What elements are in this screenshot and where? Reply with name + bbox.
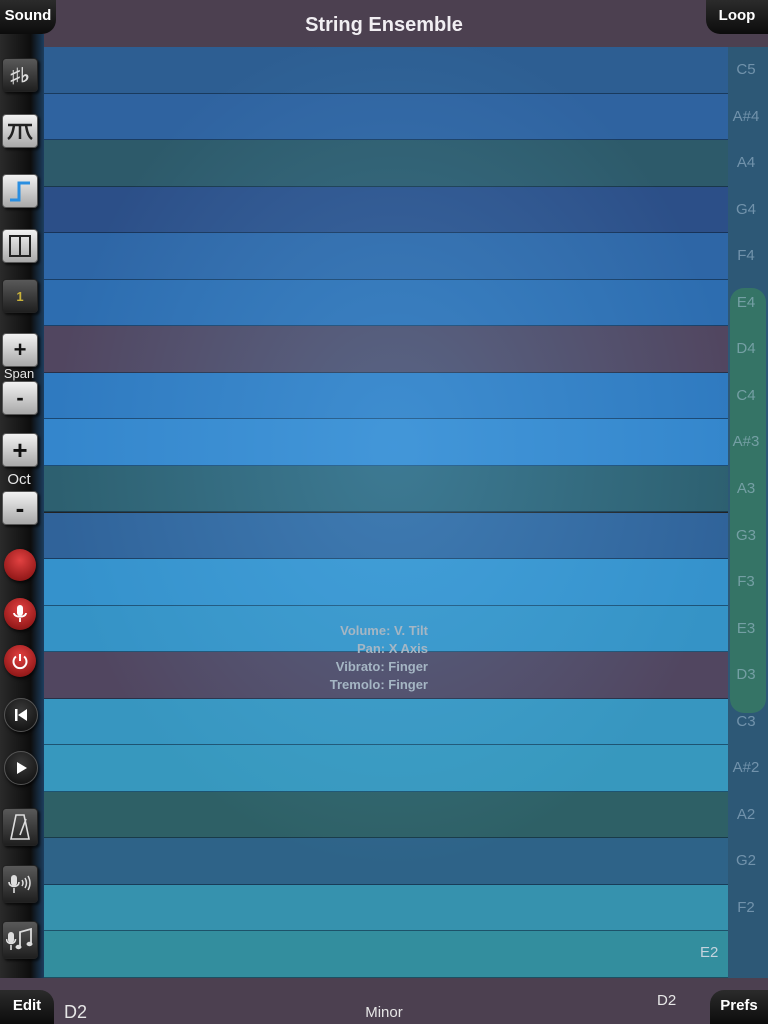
rewind-button[interactable] <box>4 698 38 732</box>
scale-label[interactable]: Minor <box>0 1004 768 1021</box>
play-icon <box>17 762 27 774</box>
note-label: F4 <box>737 247 755 265</box>
channel-button[interactable]: 1 <box>2 279 38 313</box>
note-row[interactable] <box>44 233 728 280</box>
lowest-note-label: E2 <box>700 944 719 961</box>
note-row[interactable] <box>44 186 728 234</box>
note-label: A4 <box>736 154 756 172</box>
note-label: D4 <box>736 340 756 358</box>
note-label: G4 <box>735 200 756 218</box>
microphone-icon <box>13 605 27 622</box>
note-row[interactable] <box>44 93 728 141</box>
note-label: A3 <box>736 479 756 497</box>
note-row[interactable] <box>44 47 728 94</box>
left-toolbar: ♯♭ 1 + Span - + Oct - <box>0 34 44 990</box>
record-button[interactable] <box>4 549 36 581</box>
note-row[interactable] <box>44 931 728 978</box>
span-label: Span <box>3 366 35 381</box>
vibrato-mapping: Vibrato: Finger <box>335 659 428 674</box>
octave-plus-button[interactable]: + <box>2 433 38 467</box>
note-label: C3 <box>736 712 756 730</box>
note-label: E3 <box>736 619 756 637</box>
split-view-icon <box>9 235 31 257</box>
audio-pitch-button[interactable] <box>2 921 38 959</box>
power-icon <box>12 654 28 670</box>
note-label: F3 <box>737 573 755 591</box>
note-grid[interactable] <box>44 47 728 978</box>
power-button[interactable] <box>4 645 36 677</box>
span-plus-button[interactable]: + <box>2 333 38 367</box>
note-label: G2 <box>735 852 756 870</box>
note-row[interactable] <box>44 372 728 420</box>
note-row[interactable] <box>44 745 728 792</box>
note-row[interactable] <box>44 512 728 560</box>
play-button[interactable] <box>4 751 38 785</box>
note-label: E4 <box>736 293 756 311</box>
pan-mapping: Pan: X Axis <box>356 641 428 656</box>
note-row[interactable] <box>44 326 728 373</box>
note-label: A#2 <box>732 759 760 777</box>
note-row[interactable] <box>44 559 728 606</box>
skip-back-icon <box>15 709 27 721</box>
note-row[interactable] <box>44 698 728 746</box>
note-label: C4 <box>736 386 756 404</box>
span-minus-button[interactable]: - <box>2 381 38 415</box>
audio-input-button[interactable] <box>2 865 38 903</box>
metronome-button[interactable] <box>2 808 38 846</box>
note-row[interactable] <box>44 791 728 839</box>
octave-label: Oct <box>7 471 31 488</box>
note-row[interactable] <box>44 838 728 885</box>
note-row[interactable] <box>44 140 728 187</box>
note-label: D3 <box>736 666 756 684</box>
mic-note-icon <box>6 927 33 950</box>
top-bar: String Ensemble <box>0 0 768 47</box>
edit-button[interactable]: Edit <box>0 990 54 1024</box>
note-row[interactable] <box>44 419 728 466</box>
tremolo-mapping: Tremolo: Finger <box>329 677 428 692</box>
note-label: F2 <box>737 898 755 916</box>
loop-button[interactable]: Loop <box>706 0 768 34</box>
mic-sound-icon <box>8 875 31 893</box>
instrument-title: String Ensemble <box>305 14 463 36</box>
note-label: A#3 <box>732 433 760 451</box>
note-label: A2 <box>736 805 756 823</box>
volume-mapping: Volume: V. Tilt <box>340 623 428 638</box>
note-label: G3 <box>735 526 756 544</box>
sound-button[interactable]: Sound <box>0 0 56 34</box>
glide-step-button[interactable] <box>2 174 38 208</box>
octave-minus-button[interactable]: - <box>2 491 38 525</box>
microphone-button[interactable] <box>4 598 36 630</box>
app: String Ensemble Sound Loop C5 A#4 A4 G4 F4 E4… <box>0 0 768 1024</box>
range-end-note-label: D2 <box>657 992 677 1009</box>
metronome-icon <box>10 814 30 840</box>
prefs-button[interactable]: Prefs <box>710 990 768 1024</box>
note-label: C5 <box>736 61 756 78</box>
controller-mapping-info: Volume: V. Tilt Pan: X Axis Vibrato: Fin… <box>44 622 428 694</box>
note-label: A#4 <box>732 107 760 125</box>
note-row[interactable] <box>44 884 728 932</box>
note-row[interactable] <box>44 465 728 513</box>
pitch-bend-icon <box>7 123 33 141</box>
note-row[interactable] <box>44 279 728 327</box>
pitch-bend-button[interactable] <box>2 114 38 148</box>
step-icon <box>10 181 30 202</box>
split-view-button[interactable] <box>2 229 38 263</box>
accidentals-button[interactable]: ♯♭ <box>2 58 38 92</box>
